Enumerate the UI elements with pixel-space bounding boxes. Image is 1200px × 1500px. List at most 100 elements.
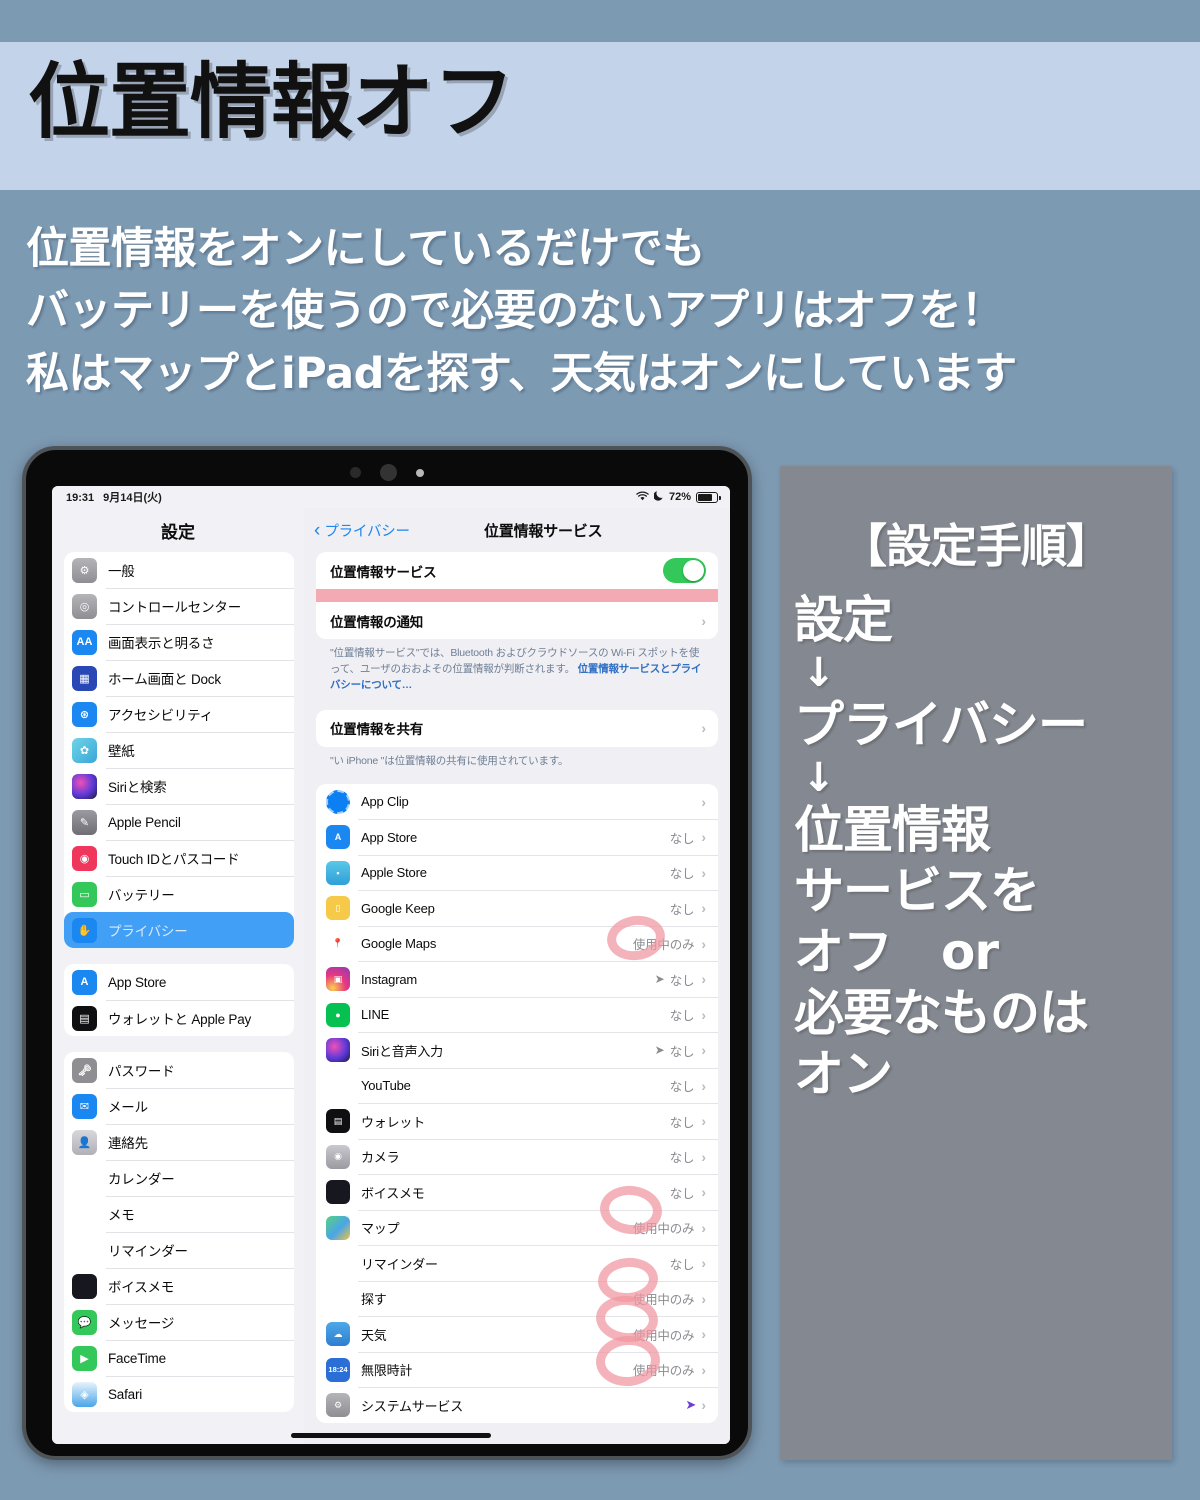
sidebar-item-label: バッテリー — [108, 888, 175, 903]
sidebar-item-4[interactable]: ▦ ホーム画面と Dock — [64, 660, 294, 696]
app-permission-row[interactable]: ▣ Instagram ➤ なし › — [316, 961, 718, 997]
location-services-toggle[interactable] — [663, 558, 706, 583]
app-name-label: Apple Store — [361, 865, 427, 881]
sidebar-item-9[interactable]: ◉ Touch IDとパスコード — [64, 840, 294, 876]
sidebar-item-label: Touch IDとパスコード — [108, 852, 240, 867]
sidebar-item-1[interactable]: 🗝 パスワード — [64, 1052, 294, 1088]
detail-navigation-bar: ‹ プライバシー 位置情報サービス — [304, 508, 730, 552]
app-permission-value: なし — [669, 867, 695, 882]
system-services-icon: ⚙ — [326, 1393, 350, 1418]
sidebar-scroll-area[interactable]: ⚙ 一般 ◎ コントロールセンター AA 画面表示と明るさ ▦ ホーム画面と Dock ⊛ アクセ… — [52, 552, 304, 1444]
sidebar-item-label: 画面表示と明るさ — [108, 636, 215, 651]
app-permission-value: なし — [669, 973, 695, 988]
app-permission-value: なし — [669, 1080, 695, 1095]
chevron-right-icon: › — [701, 1148, 706, 1165]
sidebar-item-2[interactable]: ◎ コントロールセンター — [64, 588, 294, 624]
chevron-right-icon: › — [701, 900, 706, 917]
sidebar-item-7[interactable]: Siriと検索 — [64, 768, 294, 804]
app-permission-row[interactable]: ◎ 探す 使用中のみ › — [316, 1280, 718, 1317]
sidebar-item-11-selected[interactable]: ✋ プライバシー — [64, 912, 294, 948]
sidebar-item-6[interactable]: ✿ 壁紙 — [64, 732, 294, 768]
find-my-icon: ◎ — [326, 1286, 350, 1311]
sidebar-item-3[interactable]: 👤 連絡先 — [64, 1124, 294, 1160]
back-button-label[interactable]: プライバシー — [324, 520, 410, 541]
chevron-right-icon: › — [701, 1077, 706, 1094]
wallet-icon: ▤ — [72, 1005, 97, 1031]
app-permission-row[interactable]: App Clip › — [316, 784, 718, 820]
share-location-card: 位置情報を共有 › — [316, 709, 718, 747]
voice-memos-icon — [72, 1273, 97, 1299]
app-permission-row[interactable]: ◉ カメラ なし › — [316, 1138, 718, 1175]
ipad-screen: 19:31 9月14日(火) 72% 設定 ⚙ 一般 ◎ コントロールセンター AA 画面… — [52, 486, 730, 1444]
sidebar-item-label: ボイスメモ — [108, 1280, 175, 1295]
app-permission-row[interactable]: A App Store なし › — [316, 819, 718, 855]
sidebar-item-label: メモ — [108, 1208, 135, 1223]
sidebar-item-7[interactable]: ボイスメモ — [64, 1268, 294, 1304]
app-permission-row[interactable]: 18:24 無限時計 使用中のみ › — [316, 1351, 718, 1388]
status-date: 9月14日(火) — [103, 492, 162, 504]
sidebar-item-5[interactable]: ⊛ アクセシビリティ — [64, 696, 294, 732]
app-clip-icon — [326, 789, 350, 814]
status-bar-right: 72% — [636, 490, 721, 504]
app-name-label: リマインダー — [361, 1256, 438, 1272]
location-alerts-row[interactable]: 位置情報の通知 › — [316, 602, 718, 639]
app-permission-value: なし — [669, 831, 695, 846]
app-permission-value: なし — [669, 902, 695, 917]
app-permission-row[interactable]: ⚙ システムサービス ➤ › — [316, 1387, 718, 1423]
sidebar-item-8[interactable]: ✎ Apple Pencil — [64, 804, 294, 840]
home-indicator[interactable] — [291, 1433, 491, 1438]
sidebar-item-10[interactable]: ◈ Safari — [64, 1376, 294, 1412]
google-maps-icon: 📍 — [326, 931, 350, 956]
app-permission-row[interactable]: ▤ ウォレット なし › — [316, 1103, 718, 1139]
chevron-right-icon: › — [701, 1042, 706, 1059]
app-permission-row[interactable]: ▶ YouTube なし › — [316, 1067, 718, 1104]
sidebar-item-1[interactable]: A App Store — [64, 964, 294, 1000]
steps-list: 設定 ↓ プライバシー ↓ 位置情報 サービスを オフ or 必要なものは オン — [780, 590, 1172, 1105]
contacts-icon: 👤 — [72, 1129, 97, 1155]
sidebar-item-2[interactable]: ▤ ウォレットと Apple Pay — [64, 1000, 294, 1036]
sidebar-item-9[interactable]: ▶ FaceTime — [64, 1340, 294, 1376]
app-name-label: 天気 — [361, 1327, 387, 1343]
step-text-line: 必要なものは — [794, 984, 1089, 1042]
app-name-label: Siriと音声入力 — [361, 1043, 443, 1059]
app-permission-row[interactable]: ▯ Google Keep なし › — [316, 890, 718, 926]
location-services-footnote: "位置情報サービス"では、Bluetooth およびクラウドソースの Wi-Fi… — [316, 639, 718, 694]
app-permission-row[interactable]: ボイスメモ なし › — [316, 1174, 718, 1210]
battery-icon: ▭ — [72, 881, 97, 907]
app-permission-row[interactable]: 📍 Google Maps 使用中のみ › — [316, 925, 718, 962]
location-arrow-icon: ➤ — [654, 1043, 665, 1058]
wallpaper-icon: ✿ — [72, 737, 97, 763]
sidebar-item-2[interactable]: ✉ メール — [64, 1088, 294, 1124]
app-permission-row[interactable]: リマインダー なし › — [316, 1245, 718, 1281]
app-permission-row[interactable]: マップ 使用中のみ › — [316, 1209, 718, 1246]
sidebar-item-label: Safari — [108, 1386, 143, 1402]
display-brightness-icon: AA — [72, 629, 97, 655]
location-services-row[interactable]: 位置情報サービス — [316, 552, 718, 589]
app-permission-value: なし — [669, 1044, 695, 1059]
sidebar-item-8[interactable]: 💬 メッセージ — [64, 1304, 294, 1340]
app-name-label: Google Maps — [361, 936, 437, 952]
sidebar-title: 設定 — [52, 508, 304, 552]
app-permission-row[interactable]: Siriと音声入力 ➤ なし › — [316, 1032, 718, 1068]
sidebar-item-10[interactable]: ▭ バッテリー — [64, 876, 294, 912]
share-location-row[interactable]: 位置情報を共有 › — [316, 710, 718, 747]
sidebar-item-1[interactable]: ⚙ 一般 — [64, 552, 294, 588]
sidebar-item-3[interactable]: AA 画面表示と明るさ — [64, 624, 294, 660]
app-store-icon: A — [326, 825, 350, 850]
chevron-right-icon: › — [701, 1361, 706, 1378]
control-center-icon: ◎ — [72, 593, 97, 619]
back-chevron-icon[interactable]: ‹ — [314, 521, 320, 540]
app-permission-row[interactable]: ☁ 天気 使用中のみ › — [316, 1316, 718, 1352]
sidebar-item-4[interactable]: カレンダー — [64, 1160, 294, 1196]
app-permission-value: なし — [669, 1115, 695, 1130]
detail-scroll-area[interactable]: 位置情報サービス 位置情報の通知 › "位置情報サービス"では、Bluetoot — [304, 552, 730, 1444]
sidebar-item-6[interactable]: リマインダー — [64, 1232, 294, 1268]
app-permission-row[interactable]: ● LINE なし › — [316, 996, 718, 1033]
app-name-label: Google Keep — [361, 900, 435, 916]
top-accent-strip — [0, 0, 1200, 42]
sidebar-item-label: カレンダー — [108, 1172, 175, 1187]
location-arrow-icon: ➤ — [654, 972, 665, 987]
app-permission-row[interactable]: ▪ Apple Store なし › — [316, 854, 718, 891]
sidebar-item-5[interactable]: メモ — [64, 1196, 294, 1232]
safari-icon: ◈ — [72, 1381, 97, 1407]
